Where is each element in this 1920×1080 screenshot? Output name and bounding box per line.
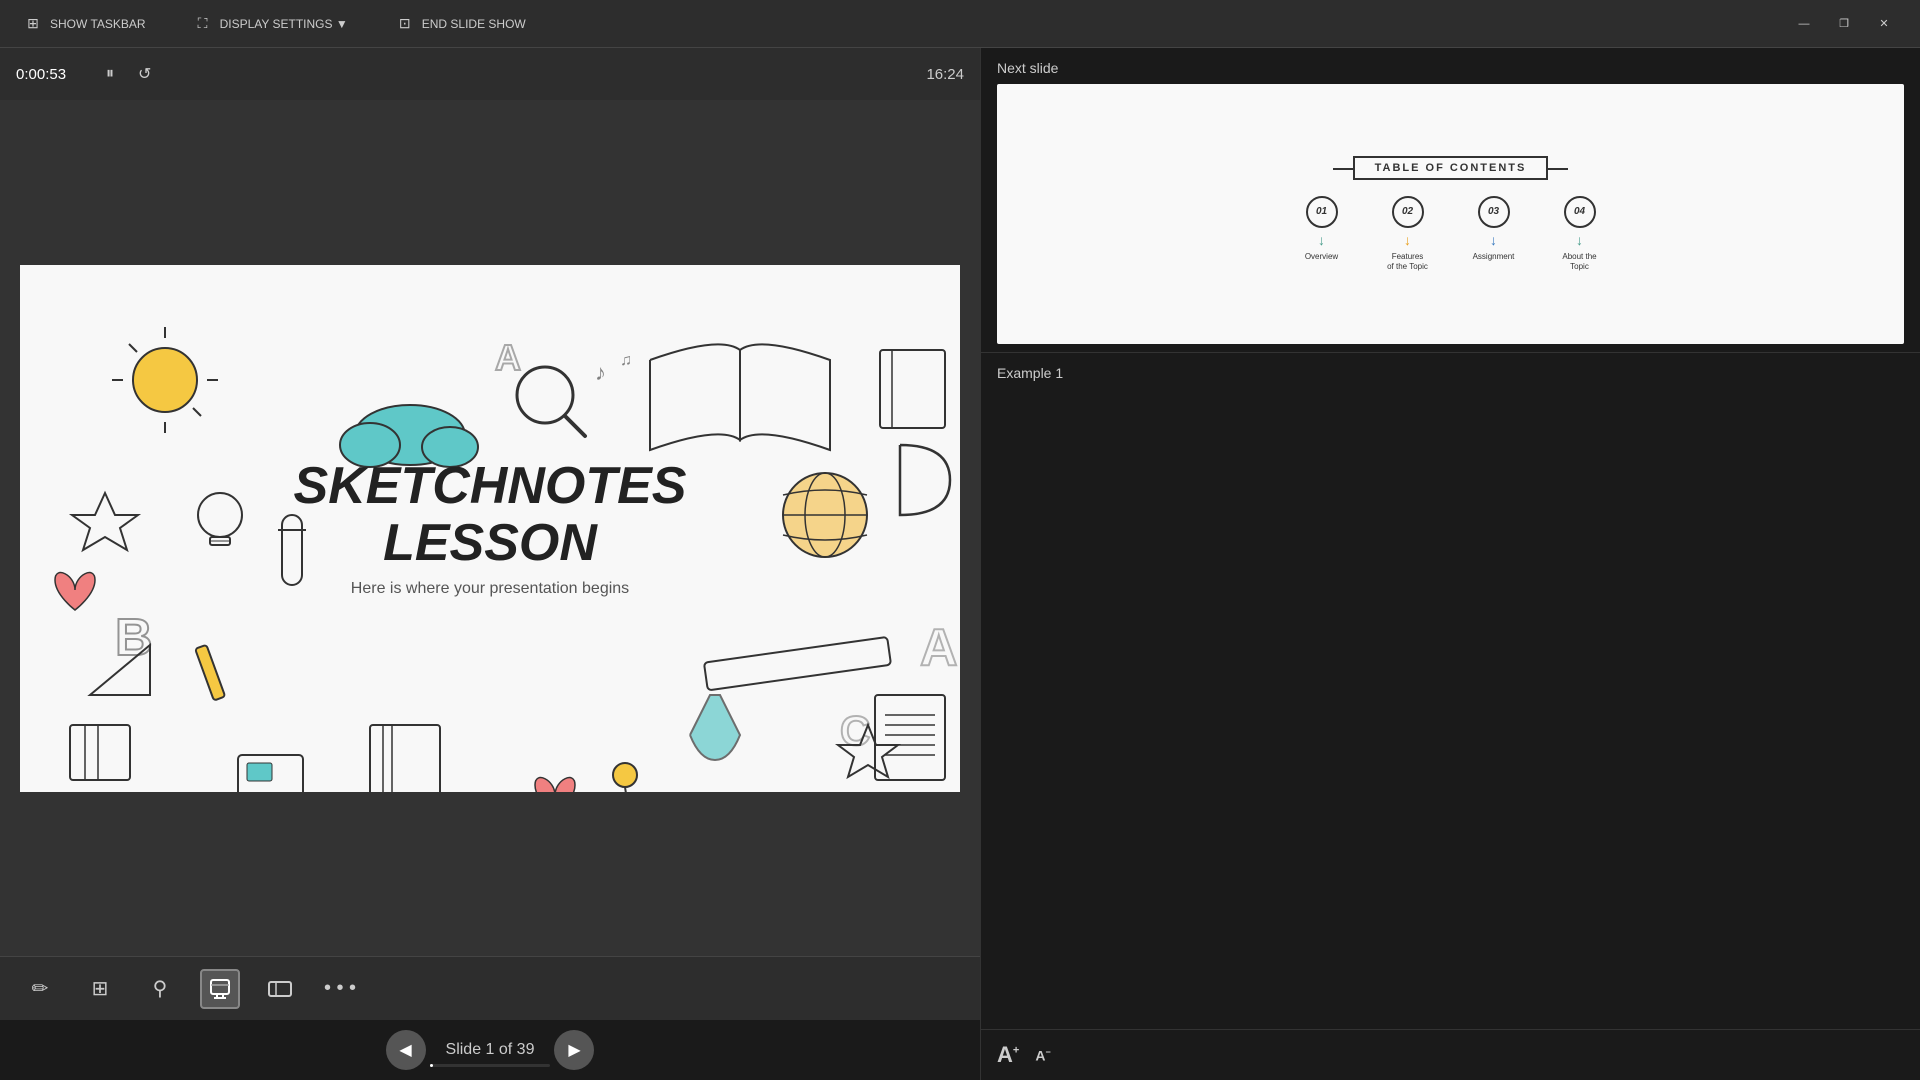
display-icon: ⛶ <box>194 15 212 33</box>
toc-item-2: 02 ↓ Featuresof the Topic <box>1373 196 1443 273</box>
minimize-button[interactable]: — <box>1784 9 1824 39</box>
slide-display: ♪ ♫ B <box>0 100 980 956</box>
toc-arrow-1: ↓ <box>1318 232 1325 248</box>
next-slide-button[interactable]: ▶ <box>554 1030 594 1070</box>
toc-label-1: Overview <box>1305 252 1338 262</box>
svg-text:A: A <box>495 337 521 378</box>
toc-circle-4: 04 <box>1564 196 1596 228</box>
window-controls: — ❐ ✕ <box>1784 9 1904 39</box>
restore-button[interactable]: ❐ <box>1824 9 1864 39</box>
font-controls: A+ A− <box>981 1029 1920 1080</box>
font-increase-button[interactable]: A+ <box>997 1042 1019 1068</box>
toc-circle-3: 03 <box>1478 196 1510 228</box>
example-label: Example 1 <box>997 365 1904 381</box>
toc-label-4: About theTopic <box>1562 252 1596 273</box>
slide-title: SKETCHNOTES LESSON Here is where your pr… <box>294 458 687 598</box>
toc-item-4: 04 ↓ About theTopic <box>1545 196 1615 273</box>
end-slideshow-label: END SLIDE SHOW <box>422 17 526 31</box>
toc-banner: TABLE OF CONTENTS <box>1353 156 1549 180</box>
toc-item-1: 01 ↓ Overview <box>1287 196 1357 262</box>
next-slide-section: Next slide TABLE OF CONTENTS 01 ↓ Overvi… <box>981 48 1920 352</box>
top-bar: ⊞ SHOW TASKBAR ⛶ DISPLAY SETTINGS ▼ ⊡ EN… <box>0 0 1920 48</box>
show-taskbar-label: SHOW TASKBAR <box>50 17 146 31</box>
svg-text:C: C <box>840 707 870 754</box>
end-slideshow-icon: ⊡ <box>396 15 414 33</box>
pen-tool-button[interactable]: ✏ <box>20 969 60 1009</box>
slide-nav: ◀ Slide 1 of 39 ▶ <box>0 1020 980 1080</box>
example-section: Example 1 <box>981 352 1920 393</box>
next-slide-preview: TABLE OF CONTENTS 01 ↓ Overview 02 ↓ Fea… <box>997 84 1904 344</box>
toc-arrow-4: ↓ <box>1576 232 1583 248</box>
slide-frame: ♪ ♫ B <box>20 265 960 792</box>
main-layout: 0:00:53 ⏸ ↺ 16:24 <box>0 48 1920 1080</box>
toc-arrow-3: ↓ <box>1490 232 1497 248</box>
next-slide-label: Next slide <box>997 60 1904 76</box>
close-button[interactable]: ✕ <box>1864 9 1904 39</box>
slide-controls-bar: 0:00:53 ⏸ ↺ 16:24 <box>0 48 980 100</box>
taskbar-icon: ⊞ <box>24 15 42 33</box>
font-decrease-button[interactable]: A− <box>1035 1047 1050 1064</box>
svg-text:♪: ♪ <box>595 360 606 385</box>
more-options-button[interactable]: • • • <box>320 969 360 1009</box>
svg-text:A: A <box>920 619 958 677</box>
slide-main-title-line1: SKETCHNOTES <box>294 458 687 515</box>
toc-arrow-2: ↓ <box>1404 232 1411 248</box>
display-settings-btn[interactable]: ⛶ DISPLAY SETTINGS ▼ <box>186 11 356 37</box>
clock-display: 16:24 <box>926 66 964 83</box>
svg-text:♫: ♫ <box>620 352 632 369</box>
toc-label-2: Featuresof the Topic <box>1387 252 1428 273</box>
grid-view-button[interactable]: ⊞ <box>80 969 120 1009</box>
slide-counter: Slide 1 of 39 <box>446 1041 535 1058</box>
end-slideshow-btn[interactable]: ⊡ END SLIDE SHOW <box>388 11 534 37</box>
show-taskbar-btn[interactable]: ⊞ SHOW TASKBAR <box>16 11 154 37</box>
right-panel: Next slide TABLE OF CONTENTS 01 ↓ Overvi… <box>980 48 1920 1080</box>
slide-background: ♪ ♫ B <box>20 265 960 792</box>
reset-button[interactable]: ↺ <box>134 60 155 88</box>
prev-slide-button[interactable]: ◀ <box>386 1030 426 1070</box>
view-mode-button[interactable] <box>260 969 300 1009</box>
pointer-tool-button[interactable] <box>200 969 240 1009</box>
toc-slide: TABLE OF CONTENTS 01 ↓ Overview 02 ↓ Fea… <box>997 84 1904 344</box>
bottom-toolbar: ✏ ⊞ ⚲ • • • <box>0 956 980 1020</box>
display-settings-label: DISPLAY SETTINGS ▼ <box>220 17 348 31</box>
slide-main-title-line2: LESSON <box>294 515 687 572</box>
timer-display: 0:00:53 <box>16 66 86 83</box>
left-panel: 0:00:53 ⏸ ↺ 16:24 <box>0 48 980 1080</box>
toc-item-3: 03 ↓ Assignment <box>1459 196 1529 262</box>
toc-circle-1: 01 <box>1306 196 1338 228</box>
toc-label-3: Assignment <box>1473 252 1515 262</box>
svg-text:B: B <box>115 609 153 667</box>
slide-subtitle: Here is where your presentation begins <box>294 580 687 598</box>
toc-items: 01 ↓ Overview 02 ↓ Featuresof the Topic … <box>1287 196 1615 273</box>
search-button[interactable]: ⚲ <box>140 969 180 1009</box>
pause-button[interactable]: ⏸ <box>102 61 118 87</box>
toc-title: TABLE OF CONTENTS <box>1375 162 1527 174</box>
toc-circle-2: 02 <box>1392 196 1424 228</box>
